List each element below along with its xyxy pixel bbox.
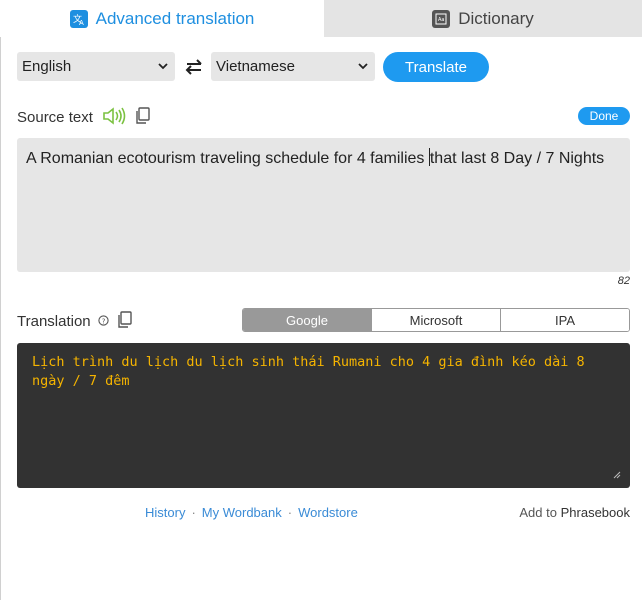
history-link[interactable]: History	[145, 505, 185, 520]
chevron-down-icon	[358, 63, 368, 70]
footer-separator: ·	[287, 505, 293, 520]
svg-text:Aa: Aa	[438, 17, 444, 23]
copy-icon[interactable]	[135, 107, 151, 125]
chevron-down-icon	[158, 63, 168, 70]
dictionary-book-icon: Aa	[432, 9, 451, 28]
phrasebook-label: Phrasebook	[560, 505, 630, 520]
done-button[interactable]: Done	[578, 107, 630, 125]
svg-text:A: A	[79, 19, 84, 26]
wordstore-link[interactable]: Wordstore	[298, 505, 358, 520]
engine-microsoft[interactable]: Microsoft	[371, 309, 500, 331]
source-text-label: Source text	[17, 109, 93, 126]
source-text-after-caret: that last 8 Day / 7 Nights	[429, 150, 605, 167]
target-language-select[interactable]: Vietnamese	[211, 52, 375, 81]
tab-bar: 文A Advanced translation Aa Dictionary	[0, 0, 642, 37]
language-row: English Vietnamese Translate	[17, 52, 627, 82]
swap-languages-icon[interactable]	[183, 57, 205, 77]
speaker-icon[interactable]	[102, 106, 128, 126]
source-language-value: English	[22, 58, 72, 75]
footer-links: History · My Wordbank · Wordstore	[145, 505, 358, 520]
translation-header: Translation ? Google Microsoft IPA	[17, 308, 630, 332]
source-text-area[interactable]: A Romanian ecotourism traveling schedule…	[17, 138, 630, 272]
engine-selector: Google Microsoft IPA	[242, 308, 630, 332]
copy-icon[interactable]	[117, 311, 133, 329]
translate-icon: 文A	[69, 9, 88, 28]
tab-dictionary-label: Dictionary	[458, 8, 534, 28]
engine-ipa[interactable]: IPA	[500, 309, 629, 331]
source-language-select[interactable]: English	[17, 52, 175, 81]
source-text-before-caret: A Romanian ecotourism traveling schedule…	[26, 150, 429, 167]
info-icon[interactable]: ?	[98, 315, 109, 326]
character-count: 82	[617, 275, 630, 287]
tab-advanced-label: Advanced translation	[95, 8, 255, 28]
translate-button[interactable]: Translate	[383, 52, 489, 82]
translation-output[interactable]: Lịch trình du lịch du lịch sinh thái Rum…	[17, 343, 630, 488]
tab-dictionary[interactable]: Aa Dictionary	[324, 0, 642, 37]
footer-separator: ·	[191, 505, 196, 520]
tab-advanced-translation[interactable]: 文A Advanced translation	[0, 0, 324, 37]
wordbank-link[interactable]: My Wordbank	[202, 505, 282, 520]
resize-handle-icon[interactable]	[613, 471, 621, 479]
add-to-phrasebook-link[interactable]: Add to Phrasebook	[519, 505, 630, 520]
add-to-label: Add to	[519, 505, 557, 520]
footer: History · My Wordbank · Wordstore Add to Phr…	[0, 505, 642, 523]
translation-text: Lịch trình du lịch du lịch sinh thái Rum…	[32, 354, 585, 389]
target-language-value: Vietnamese	[216, 58, 295, 75]
svg-text:?: ?	[102, 317, 106, 325]
translation-label: Translation	[17, 313, 91, 330]
source-header: Source text Done	[17, 106, 630, 128]
engine-google[interactable]: Google	[243, 309, 371, 331]
